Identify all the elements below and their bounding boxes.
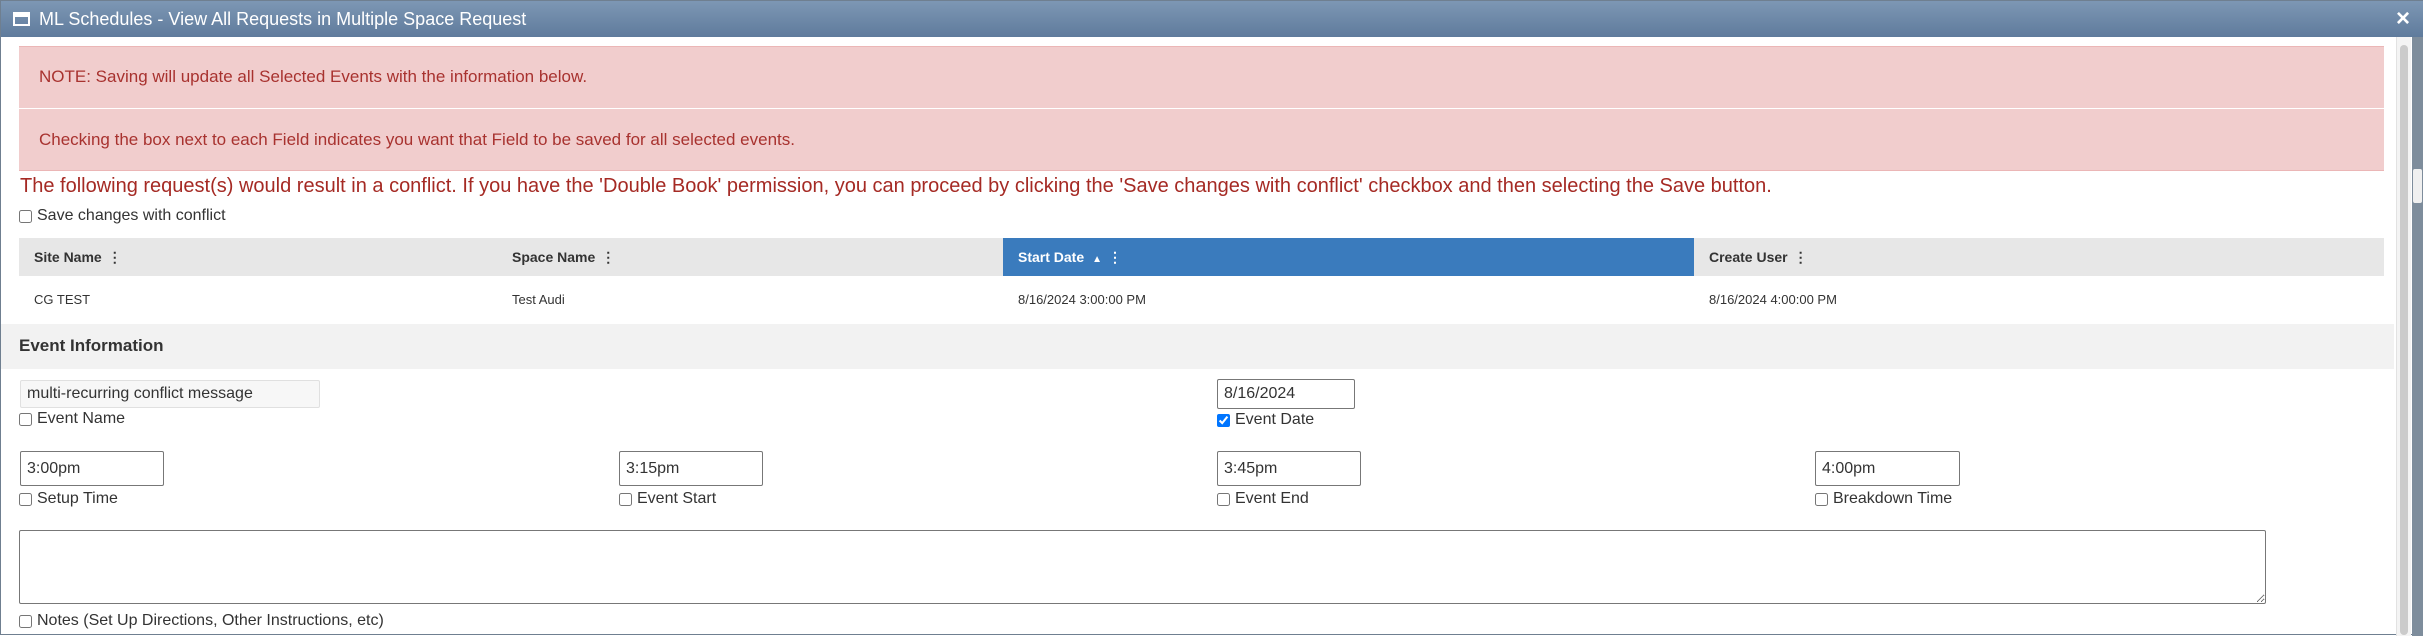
dialog-title: ML Schedules - View All Requests in Mult… [39, 9, 527, 29]
save-conflict-label: Save changes with conflict [37, 207, 226, 224]
column-menu-icon[interactable]: ⋮ [1794, 238, 1808, 276]
dialog-titlebar[interactable]: ML Schedules - View All Requests in Mult… [1, 1, 2423, 37]
notes-checkbox-row[interactable]: Notes (Set Up Directions, Other Instruct… [19, 612, 384, 630]
event-name-checkbox[interactable] [19, 412, 32, 426]
breakdown-time-label: Breakdown Time [1833, 490, 1953, 507]
background-page-tab [2413, 169, 2422, 203]
column-header-create-user[interactable]: Create User ⋮ [1694, 238, 2384, 276]
event-name-checkbox-row[interactable]: Event Name [19, 410, 125, 428]
dialog-window: ML Schedules - View All Requests in Mult… [0, 0, 2423, 636]
event-start-checkbox-row[interactable]: Event Start [619, 490, 716, 508]
setup-time-label: Setup Time [37, 490, 118, 507]
cell-start-date: 8/16/2024 3:00:00 PM [1018, 292, 1146, 307]
sort-ascending-icon: ▲ [1092, 254, 1103, 265]
field-checkbox-note-banner: Checking the box next to each Field indi… [19, 109, 2384, 171]
table-row[interactable]: CG TEST Test Audi 8/16/2024 3:00:00 PM 8… [19, 276, 2384, 324]
save-conflict-checkbox[interactable] [19, 209, 32, 223]
event-end-checkbox[interactable] [1217, 492, 1230, 506]
cell-site-name: CG TEST [34, 292, 91, 307]
column-header-label: Space Name [512, 249, 596, 265]
event-end-label: Event End [1235, 490, 1309, 507]
vertical-scrollbar[interactable] [2396, 37, 2411, 636]
grid-header-row: Site Name ⋮ Space Name ⋮ Start Date ▲ ⋮ Crea… [19, 238, 2384, 276]
column-header-site-name[interactable]: Site Name ⋮ [19, 238, 497, 276]
column-menu-icon[interactable]: ⋮ [1108, 238, 1122, 276]
close-icon[interactable]: × [2396, 6, 2410, 32]
event-end-input[interactable] [1217, 451, 1361, 486]
event-name-input[interactable] [20, 380, 320, 408]
breakdown-time-checkbox[interactable] [1815, 492, 1828, 506]
scrollbar-thumb[interactable] [2400, 45, 2408, 635]
event-name-label: Event Name [37, 410, 126, 427]
setup-time-input[interactable] [20, 451, 164, 486]
breakdown-time-input[interactable] [1815, 451, 1960, 486]
column-menu-icon[interactable]: ⋮ [601, 238, 615, 276]
section-title: Event Information [19, 336, 164, 355]
notes-textarea[interactable] [19, 530, 2266, 604]
column-header-label: Start Date [1018, 249, 1085, 265]
event-date-input[interactable] [1217, 379, 1355, 409]
column-header-space-name[interactable]: Space Name ⋮ [497, 238, 983, 276]
column-menu-icon[interactable]: ⋮ [108, 238, 122, 276]
background-page-edge [2412, 37, 2423, 636]
breakdown-time-checkbox-row[interactable]: Breakdown Time [1815, 490, 1952, 508]
save-changes-with-conflict[interactable]: Save changes with conflict [19, 207, 226, 225]
dialog-body: NOTE: Saving will update all Selected Ev… [1, 37, 2423, 636]
column-header-label: Create User [1709, 249, 1788, 265]
event-date-label: Event Date [1235, 411, 1315, 428]
setup-time-checkbox[interactable] [19, 492, 32, 506]
conflict-grid: Site Name ⋮ Space Name ⋮ Start Date ▲ ⋮ Crea… [19, 238, 2384, 324]
event-end-checkbox-row[interactable]: Event End [1217, 490, 1309, 508]
column-header-start-date[interactable]: Start Date ▲ ⋮ [1003, 238, 1694, 276]
event-date-checkbox-row[interactable]: Event Date [1217, 411, 1314, 429]
window-icon [13, 12, 30, 26]
save-note-banner: NOTE: Saving will update all Selected Ev… [19, 46, 2384, 108]
cell-space-name: Test Audi [512, 292, 565, 307]
setup-time-checkbox-row[interactable]: Setup Time [19, 490, 118, 508]
event-information-header: Event Information [1, 324, 2394, 369]
notes-label: Notes (Set Up Directions, Other Instruct… [37, 612, 384, 629]
column-header-label: Site Name [34, 249, 102, 265]
notes-checkbox[interactable] [19, 614, 32, 628]
event-date-checkbox[interactable] [1217, 413, 1230, 427]
event-start-input[interactable] [619, 451, 763, 486]
cell-create-user: 8/16/2024 4:00:00 PM [1709, 292, 1837, 307]
event-start-label: Event Start [637, 490, 717, 507]
conflict-message: The following request(s) would result in… [20, 175, 1772, 197]
event-start-checkbox[interactable] [619, 492, 632, 506]
